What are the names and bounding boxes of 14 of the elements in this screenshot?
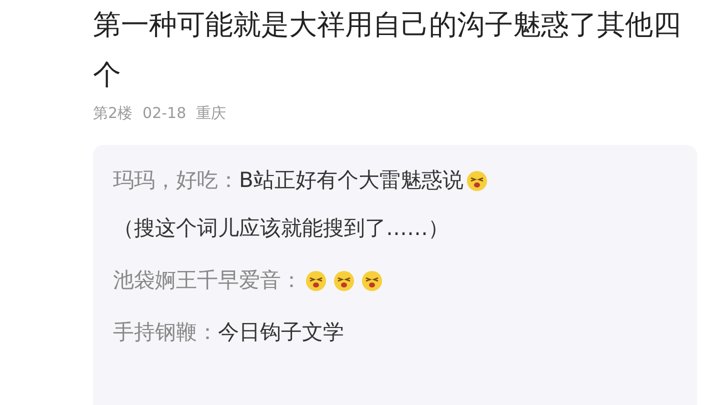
emoji-icon (361, 270, 383, 292)
reply-text: （搜这个词儿应该就能搜到了……） (113, 214, 450, 242)
reply-username[interactable]: 玛玛，好吃： (113, 168, 239, 192)
reply-text: 今日钩子文学 (218, 320, 344, 344)
reply-text: B站正好有个大雷魅惑说 (239, 168, 464, 192)
post-location: 重庆 (196, 103, 226, 124)
emoji-icon (333, 270, 355, 292)
emoji-icon (305, 270, 327, 292)
emoji-icon (466, 170, 488, 192)
post-text: 第一种可能就是大祥用自己的沟子魅惑了其他四个 (93, 7, 682, 93)
reply-username[interactable]: 池袋婀王千早爱音： (113, 268, 302, 292)
floor-number: 第2楼 (93, 103, 133, 124)
reply-username[interactable]: 手持钢鞭： (113, 320, 218, 344)
post-date: 02-18 (142, 103, 186, 124)
